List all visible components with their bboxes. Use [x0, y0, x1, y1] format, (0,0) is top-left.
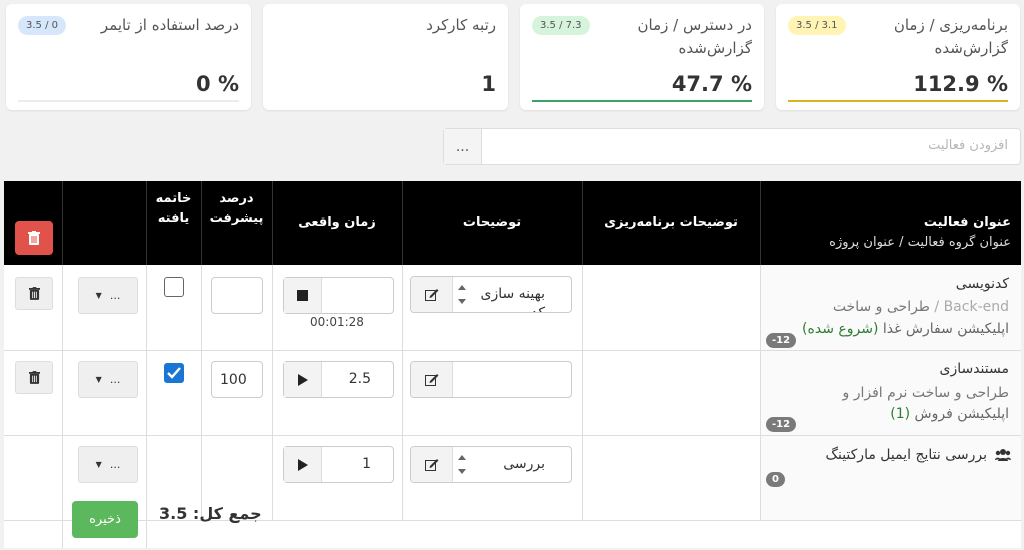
- time-input-group[interactable]: 1: [283, 446, 394, 483]
- activity-project: اپلیکیشن سفارش غذا (شروع شده): [802, 321, 1009, 337]
- spinner-icon: [458, 285, 466, 304]
- edit-button[interactable]: [411, 362, 453, 397]
- add-activity-input[interactable]: ... افزودن فعالیت: [443, 128, 1021, 165]
- dropdown-value: ...: [109, 289, 121, 302]
- group-users-icon: [995, 447, 1011, 466]
- total-hours: جمع کل: 3.5: [159, 504, 262, 523]
- card-title: رتبه کارکرد: [426, 16, 496, 34]
- edit-icon: [424, 459, 438, 471]
- table-header: خاتمه یافته درصد پیشرفت زمان واقعی توضیح…: [4, 181, 1021, 265]
- project-name: اپلیکیشن سفارش غذا: [882, 321, 1009, 337]
- time-value: 2.5: [348, 371, 371, 387]
- row-menu-dropdown[interactable]: ▼ ...: [78, 446, 138, 483]
- group-name: طراحی و ساخت: [832, 299, 930, 315]
- description-text: بهینه سازی: [480, 286, 545, 302]
- count-badge: 0: [766, 472, 785, 487]
- description-text: بررسی: [503, 456, 545, 472]
- spinner-icon: [458, 455, 466, 474]
- delete-all-button[interactable]: [15, 221, 53, 255]
- card-badge: 3.5 / 0: [18, 16, 66, 35]
- add-activity-placeholder: افزودن فعالیت: [928, 138, 1008, 153]
- trash-icon: [28, 371, 40, 384]
- card-value: % 112.9: [913, 72, 1008, 96]
- activity-title: کدنویسی: [955, 276, 1009, 292]
- edit-button[interactable]: [411, 277, 453, 312]
- card-progress-bar: [788, 100, 1008, 102]
- checkmark-icon: [167, 367, 181, 379]
- header-actual-time: زمان واقعی: [298, 215, 376, 230]
- header-activity-subtitle: عنوان گروه فعالیت / عنوان پروژه: [829, 235, 1011, 250]
- play-button[interactable]: [284, 362, 322, 397]
- project-status: (1): [890, 406, 911, 422]
- card-progress-bar: [532, 100, 752, 102]
- activity-title: بررسی نتایج ایمیل مارکتینگ: [825, 447, 987, 463]
- header-progress: درصد پیشرفت: [209, 191, 264, 226]
- stat-card-rank: رتبه کارکرد 1: [263, 4, 508, 110]
- activity-table: خاتمه یافته درصد پیشرفت زمان واقعی توضیح…: [4, 181, 1021, 548]
- edit-icon: [424, 289, 438, 301]
- delete-row-button[interactable]: [15, 361, 53, 394]
- count-badge: -12: [766, 333, 797, 348]
- header-finished: خاتمه یافته: [155, 191, 192, 226]
- save-button[interactable]: ذخیره: [72, 501, 138, 538]
- add-activity-more-button[interactable]: ...: [444, 129, 482, 164]
- header-activity-title: عنوان فعالیت: [923, 215, 1011, 230]
- card-progress-bar: [18, 100, 239, 102]
- finished-checkbox[interactable]: [164, 363, 184, 383]
- card-badge: 3.5 / 3.1: [788, 16, 846, 35]
- header-planning-description: توضیحات برنامه‌ریزی: [604, 215, 738, 230]
- stat-card-planning: برنامه‌ریزی / زمان گزارش‌شده 3.5 / 3.1 %…: [776, 4, 1020, 110]
- progress-input[interactable]: [211, 277, 263, 314]
- delete-row-button[interactable]: [15, 277, 53, 310]
- activity-group: طراحی و ساخت نرم افزار و: [842, 385, 1010, 401]
- edit-icon: [424, 374, 438, 386]
- description-field[interactable]: بررسی: [410, 446, 572, 483]
- stop-button[interactable]: [284, 278, 322, 313]
- time-value: 1: [362, 456, 371, 472]
- description-field[interactable]: بهینه سازی کد: [410, 276, 572, 313]
- group-muted: Back-end: [943, 299, 1009, 315]
- description-field[interactable]: [410, 361, 572, 398]
- activity-group: Back-end / طراحی و ساخت: [832, 299, 1009, 315]
- activity-title: مستندسازی: [939, 361, 1009, 377]
- elapsed-timer: 00:01:28: [310, 315, 364, 329]
- stat-card-availability: در دسترس / زمان گزارش‌شده 3.5 / 7.3 % 47…: [520, 4, 764, 110]
- row-menu-dropdown[interactable]: ▼ ...: [78, 277, 138, 314]
- description-text-line2: کد: [530, 305, 545, 313]
- chevron-down-icon: ▼: [95, 460, 102, 469]
- trash-icon: [28, 231, 40, 245]
- stat-card-timer-usage: درصد استفاده از تایمر 3.5 / 0 % 0: [6, 4, 251, 110]
- dropdown-value: ...: [109, 458, 121, 471]
- card-title: برنامه‌ریزی / زمان گزارش‌شده: [893, 16, 1008, 57]
- activity-project: اپلیکیشن فروش (1): [890, 406, 1009, 422]
- time-input-group[interactable]: [283, 277, 394, 314]
- card-title: در دسترس / زمان گزارش‌شده: [637, 16, 752, 57]
- row-menu-dropdown[interactable]: ▼ ...: [78, 361, 138, 398]
- count-badge: -12: [766, 417, 797, 432]
- progress-input[interactable]: 100: [211, 361, 263, 398]
- play-icon: [297, 373, 308, 386]
- project-status: (شروع شده): [802, 321, 879, 337]
- card-value: 1: [481, 72, 496, 96]
- play-icon: [297, 458, 308, 471]
- chevron-down-icon: ▼: [95, 375, 102, 384]
- dropdown-value: ...: [109, 373, 121, 386]
- play-button[interactable]: [284, 447, 322, 482]
- project-name: اپلیکیشن فروش: [914, 406, 1009, 422]
- finished-checkbox[interactable]: [164, 277, 184, 297]
- card-badge: 3.5 / 7.3: [532, 16, 590, 35]
- stop-icon: [297, 290, 308, 301]
- time-input-group[interactable]: 2.5: [283, 361, 394, 398]
- card-value: % 0: [196, 72, 239, 96]
- header-description: توضیحات: [462, 215, 522, 230]
- chevron-down-icon: ▼: [95, 291, 102, 300]
- card-value: % 47.7: [671, 72, 752, 96]
- trash-icon: [28, 287, 40, 300]
- card-title: درصد استفاده از تایمر: [100, 16, 239, 34]
- edit-button[interactable]: [411, 447, 453, 482]
